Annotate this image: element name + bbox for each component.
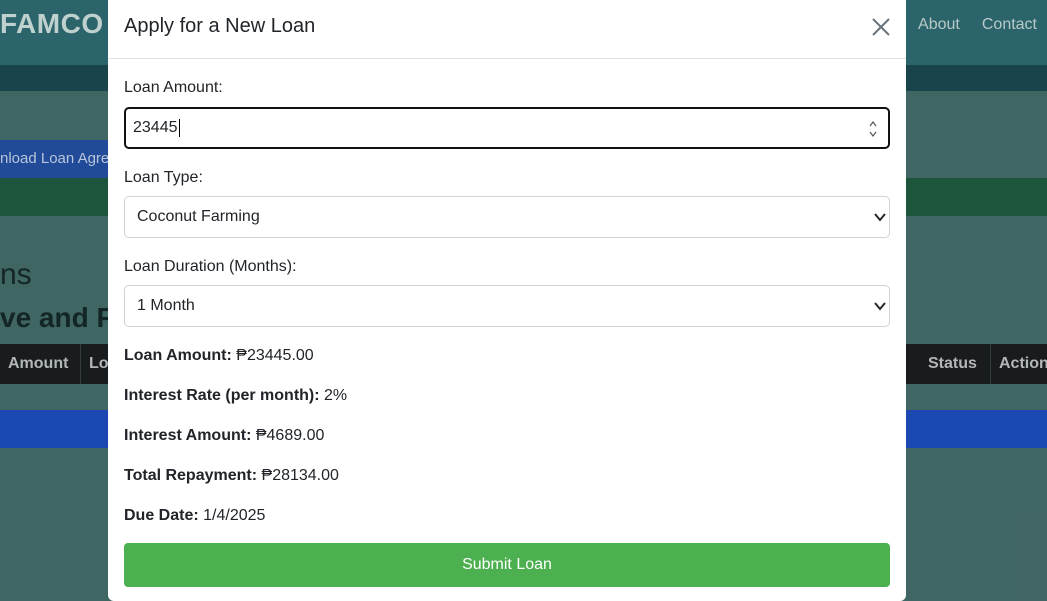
loan-amount-value: 23445 xyxy=(133,119,178,136)
summary-label: Total Repayment: xyxy=(124,467,258,484)
summary-loan-amount: Loan Amount: ₱23445.00 xyxy=(124,347,314,365)
submit-loan-button[interactable]: Submit Loan xyxy=(124,543,890,587)
close-button[interactable] xyxy=(870,14,892,40)
loan-type-select[interactable]: Coconut Farming xyxy=(124,196,890,238)
modal-title: Apply for a New Loan xyxy=(124,15,316,37)
summary-due-date: Due Date: 1/4/2025 xyxy=(124,507,265,525)
summary-value: 2% xyxy=(324,387,348,404)
summary-value: ₱4689.00 xyxy=(255,427,325,444)
chevron-down-icon xyxy=(874,302,886,311)
loan-application-modal: Apply for a New Loan Loan Amount: 23445 … xyxy=(108,0,906,601)
loan-amount-input[interactable]: 23445 xyxy=(124,107,890,149)
loan-type-selected: Coconut Farming xyxy=(137,208,260,225)
summary-label: Loan Amount: xyxy=(124,347,232,364)
chevron-down-icon xyxy=(874,213,886,222)
summary-label: Interest Amount: xyxy=(124,427,252,444)
loan-type-label: Loan Type: xyxy=(124,169,203,186)
loan-duration-label: Loan Duration (Months): xyxy=(124,258,297,275)
summary-label: Due Date: xyxy=(124,507,199,524)
text-cursor xyxy=(178,118,180,137)
loan-duration-selected: 1 Month xyxy=(137,297,195,314)
close-icon xyxy=(872,18,890,36)
summary-total-repayment: Total Repayment: ₱28134.00 xyxy=(124,467,339,485)
loan-duration-select[interactable]: 1 Month xyxy=(124,285,890,327)
summary-interest-amount: Interest Amount: ₱4689.00 xyxy=(124,427,324,445)
summary-label: Interest Rate (per month): xyxy=(124,387,320,404)
summary-interest-rate: Interest Rate (per month): 2% xyxy=(124,387,347,405)
summary-value: ₱28134.00 xyxy=(261,467,339,484)
number-spinner-icon[interactable] xyxy=(868,118,878,140)
modal-header: Apply for a New Loan xyxy=(108,0,906,59)
summary-value: 1/4/2025 xyxy=(203,507,266,524)
summary-value: ₱23445.00 xyxy=(236,347,314,364)
loan-amount-label: Loan Amount: xyxy=(124,79,223,96)
